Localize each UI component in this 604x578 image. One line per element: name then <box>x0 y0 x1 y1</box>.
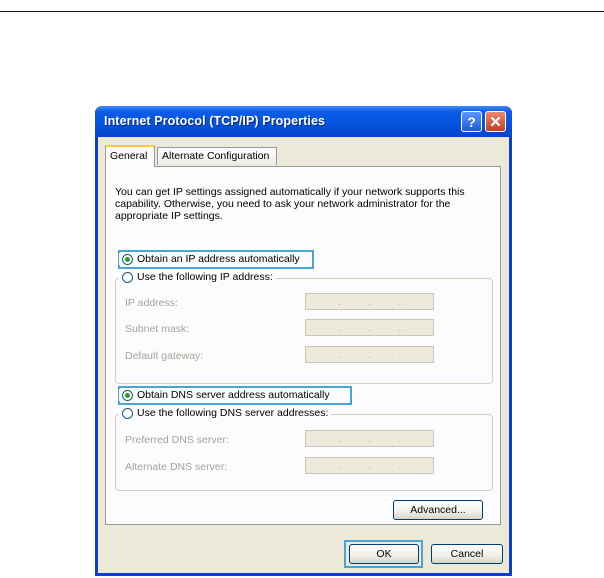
intro-text: You can get IP settings assigned automat… <box>115 186 465 222</box>
ip-address-input[interactable]: ... <box>305 293 434 310</box>
general-tab-panel: You can get IP settings assigned automat… <box>105 166 501 525</box>
dns-manual-label: Use the following DNS server addresses: <box>137 407 329 419</box>
ip-auto-radio[interactable] <box>122 253 133 265</box>
advanced-button[interactable]: Advanced... <box>393 500 483 520</box>
title-bar[interactable]: Internet Protocol (TCP/IP) Properties ? … <box>95 106 512 137</box>
dns-manual-group <box>115 414 493 491</box>
help-button[interactable]: ? <box>461 111 482 132</box>
tcpip-properties-dialog: Internet Protocol (TCP/IP) Properties ? … <box>95 106 512 576</box>
default-gateway-input[interactable]: ... <box>305 346 434 363</box>
alternate-dns-label: Alternate DNS server: <box>125 461 228 473</box>
preferred-dns-label: Preferred DNS server: <box>125 434 229 446</box>
subnet-mask-input[interactable]: ... <box>305 319 434 336</box>
help-icon: ? <box>467 113 476 130</box>
dns-manual-option[interactable]: Use the following DNS server addresses: <box>119 407 332 419</box>
ip-auto-label: Obtain an IP address automatically <box>137 253 300 265</box>
ok-button[interactable]: OK <box>349 544 419 564</box>
cancel-button[interactable]: Cancel <box>431 544 503 564</box>
ip-auto-option[interactable]: Obtain an IP address automatically <box>119 253 303 265</box>
ip-manual-option[interactable]: Use the following IP address: <box>119 271 276 283</box>
ip-address-label: IP address: <box>125 297 178 309</box>
ip-manual-radio[interactable] <box>122 271 133 283</box>
tab-general[interactable]: General <box>105 145 155 167</box>
window-title: Internet Protocol (TCP/IP) Properties <box>104 114 326 128</box>
dns-manual-radio[interactable] <box>122 407 133 419</box>
alternate-dns-input[interactable]: ... <box>305 457 434 474</box>
dns-auto-radio[interactable] <box>122 389 133 401</box>
tab-alternate-configuration[interactable]: Alternate Configuration <box>157 147 277 165</box>
dialog-client-area: General Alternate Configuration You can … <box>98 137 509 573</box>
dns-auto-label: Obtain DNS server address automatically <box>137 389 330 401</box>
close-button[interactable]: ✕ <box>485 111 506 132</box>
subnet-mask-label: Subnet mask: <box>125 323 190 335</box>
ip-manual-label: Use the following IP address: <box>137 271 273 283</box>
dns-auto-option[interactable]: Obtain DNS server address automatically <box>119 389 333 401</box>
page-top-rule <box>0 11 604 12</box>
default-gateway-label: Default gateway: <box>125 350 204 362</box>
close-icon: ✕ <box>489 113 502 131</box>
preferred-dns-input[interactable]: ... <box>305 430 434 447</box>
